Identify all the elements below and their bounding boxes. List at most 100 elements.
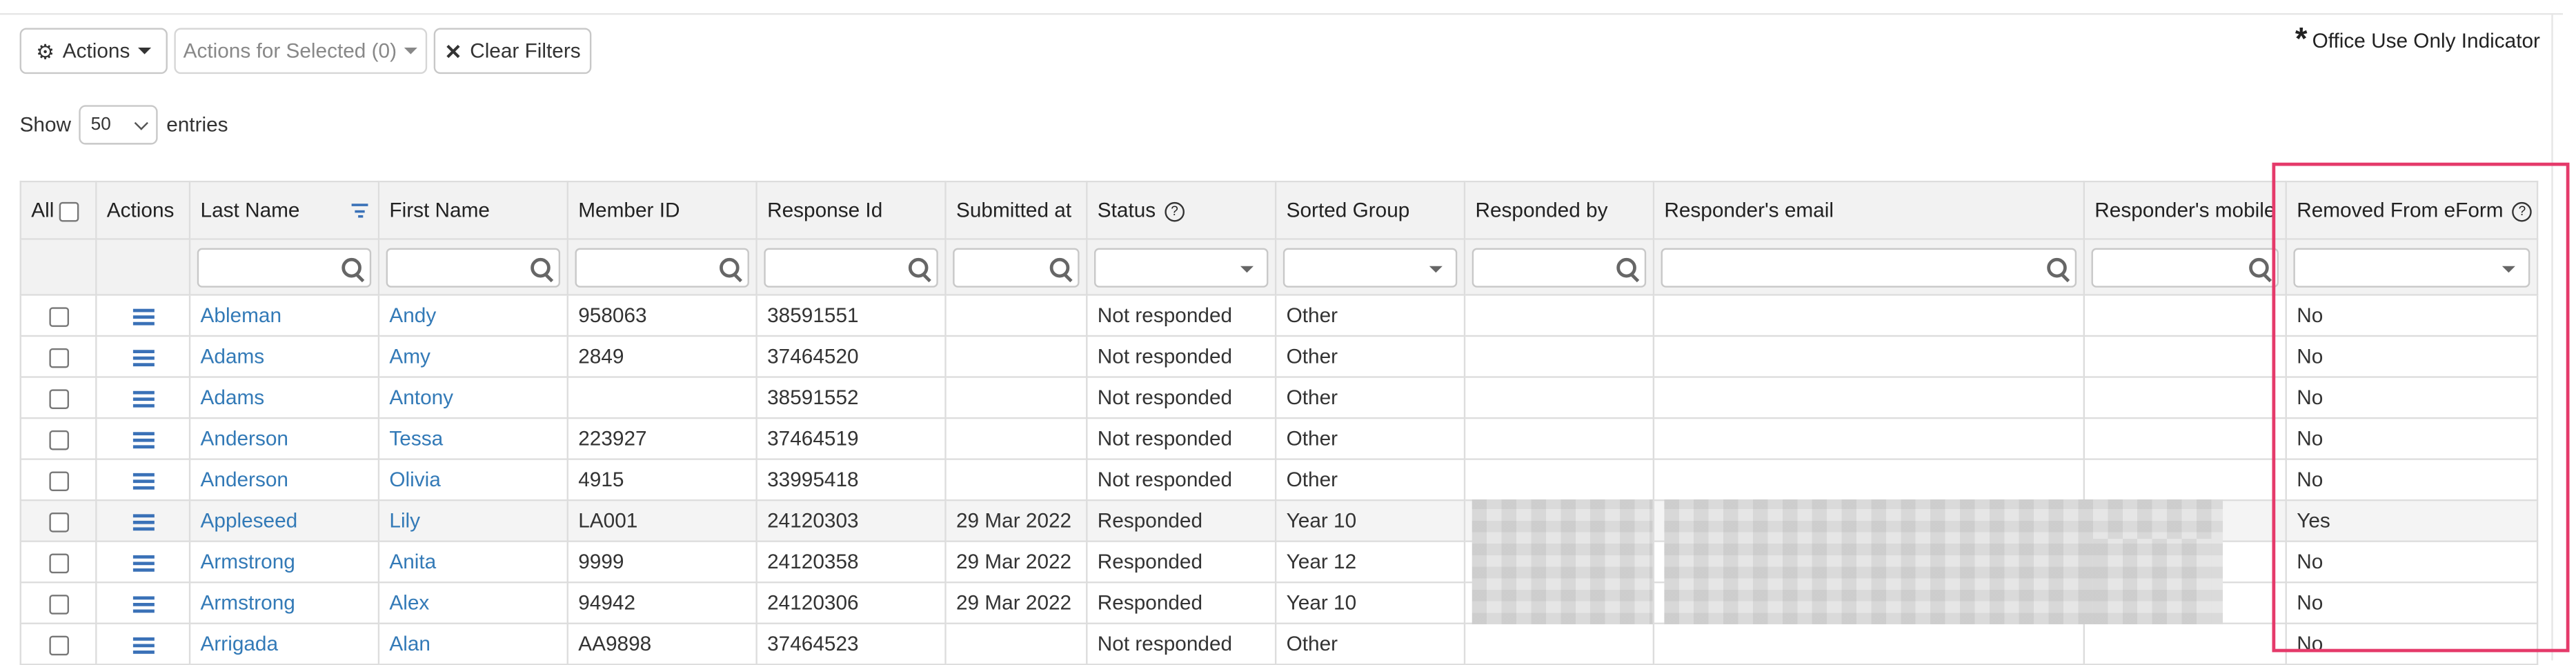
- close-icon: ✕: [444, 40, 462, 63]
- menu-icon[interactable]: [132, 349, 154, 366]
- header-first-name[interactable]: First Name: [377, 180, 568, 240]
- submitted-at-cell: [944, 376, 1088, 419]
- menu-icon[interactable]: [132, 637, 154, 654]
- filter-response-id-input[interactable]: [764, 247, 938, 287]
- member-id-cell: [566, 376, 757, 419]
- row-select-cell: [19, 582, 97, 624]
- clear-filters-button[interactable]: ✕ Clear Filters: [433, 28, 592, 75]
- row-select-cell: [19, 417, 97, 460]
- submitted-at-cell: 29 Mar 2022: [944, 499, 1088, 542]
- row-select-cell: [19, 622, 97, 665]
- table-row: Adams Amy 2849 37464520 Not responded Other No: [19, 335, 2539, 378]
- row-checkbox[interactable]: [48, 306, 68, 327]
- menu-icon[interactable]: [132, 308, 154, 325]
- header-response-id[interactable]: Response Id: [755, 180, 947, 240]
- header-submitted-at[interactable]: Submitted at: [944, 180, 1088, 240]
- last-name-link[interactable]: Appleseed: [201, 509, 298, 532]
- filter-member-id-input[interactable]: [575, 247, 749, 287]
- header-sorted-group[interactable]: Sorted Group: [1274, 180, 1466, 240]
- first-name-link[interactable]: Amy: [389, 345, 430, 368]
- row-checkbox[interactable]: [48, 470, 68, 491]
- actions-for-selected-button[interactable]: Actions for Selected (0): [174, 28, 428, 75]
- row-checkbox[interactable]: [48, 388, 68, 409]
- last-name-link[interactable]: Adams: [201, 345, 265, 368]
- row-checkbox[interactable]: [48, 512, 68, 532]
- actions-button[interactable]: ⚙ Actions: [19, 28, 168, 75]
- status-cell: Not responded: [1086, 417, 1277, 460]
- last-name-link[interactable]: Arrigada: [201, 633, 279, 655]
- member-id-cell: AA9898: [566, 622, 757, 665]
- first-name-link[interactable]: Olivia: [389, 468, 440, 491]
- highlight-removed-column: [2272, 162, 2570, 653]
- filter-responder-mobile-input[interactable]: [2091, 247, 2279, 287]
- last-name-link[interactable]: Anderson: [201, 468, 288, 491]
- filter-responded-by-input[interactable]: [1472, 247, 1647, 287]
- first-name-link[interactable]: Alex: [389, 591, 429, 614]
- sorted-group-cell: Other: [1274, 622, 1466, 665]
- last-name-link[interactable]: Armstrong: [201, 591, 295, 614]
- menu-icon[interactable]: [132, 595, 154, 613]
- status-cell: Not responded: [1086, 458, 1277, 502]
- chevron-down-icon: [135, 115, 149, 130]
- filter-submitted-at-input[interactable]: [953, 247, 1080, 287]
- responder-email-cell: [1652, 622, 2085, 665]
- help-icon[interactable]: ?: [1165, 201, 1185, 221]
- last-name-link[interactable]: Ableman: [201, 304, 282, 327]
- row-checkbox[interactable]: [48, 553, 68, 573]
- header-status[interactable]: Status ?: [1086, 180, 1277, 240]
- member-id-cell: LA001: [566, 499, 757, 542]
- menu-icon[interactable]: [132, 555, 154, 572]
- row-actions-cell: [95, 458, 191, 502]
- response-id-cell: 33995418: [755, 458, 947, 502]
- sorted-group-cell: Other: [1274, 458, 1466, 502]
- responded-by-cell: [1463, 376, 1655, 419]
- status-cell: Responded: [1086, 582, 1277, 624]
- response-id-cell: 24120306: [755, 582, 947, 624]
- show-entries: Show 50 entries: [20, 105, 228, 145]
- filter-status-select[interactable]: [1094, 247, 1269, 287]
- header-member-id[interactable]: Member ID: [566, 180, 757, 240]
- header-all: All: [19, 180, 97, 240]
- row-actions-cell: [95, 294, 191, 337]
- header-responder-mobile[interactable]: Responder's mobile: [2083, 180, 2287, 240]
- filter-last-name-input[interactable]: [197, 247, 372, 287]
- sorted-group-cell: Other: [1274, 417, 1466, 460]
- responded-by-cell: [1463, 294, 1655, 337]
- response-id-cell: 24120358: [755, 540, 947, 584]
- select-all-checkbox[interactable]: [59, 201, 80, 221]
- status-cell: Responded: [1086, 499, 1277, 542]
- row-checkbox[interactable]: [48, 430, 68, 450]
- filter-first-name-input[interactable]: [386, 247, 561, 287]
- first-name-link[interactable]: Andy: [389, 304, 436, 327]
- row-checkbox[interactable]: [48, 348, 68, 368]
- header-responded-by[interactable]: Responded by: [1463, 180, 1655, 240]
- table-row: Ableman Andy 958063 38591551 Not responded Ot…: [19, 294, 2539, 337]
- first-name-link[interactable]: Anita: [389, 550, 436, 573]
- responder-email-cell: [1652, 335, 2085, 378]
- first-name-link[interactable]: Tessa: [389, 427, 443, 450]
- row-checkbox[interactable]: [48, 594, 68, 614]
- row-select-cell: [19, 458, 97, 502]
- last-name-link[interactable]: Adams: [201, 386, 265, 409]
- last-name-link[interactable]: Armstrong: [201, 550, 295, 573]
- table-row: Anderson Tessa 223927 37464519 Not responded…: [19, 417, 2539, 460]
- last-name-link[interactable]: Anderson: [201, 427, 288, 450]
- sort-icon[interactable]: [351, 204, 368, 219]
- filter-sorted-group-select[interactable]: [1282, 247, 1458, 287]
- header-responder-email[interactable]: Responder's email: [1652, 180, 2085, 240]
- filter-responder-email-input[interactable]: [1661, 247, 2077, 287]
- responded-by-cell: [1463, 622, 1655, 665]
- first-name-link[interactable]: Lily: [389, 509, 420, 532]
- menu-icon[interactable]: [132, 513, 154, 530]
- first-name-link[interactable]: Alan: [389, 633, 430, 655]
- row-select-cell: [19, 294, 97, 337]
- row-checkbox[interactable]: [48, 635, 68, 655]
- first-name-link[interactable]: Antony: [389, 386, 453, 409]
- menu-icon[interactable]: [132, 431, 154, 448]
- search-icon: [2249, 257, 2269, 277]
- search-icon: [341, 257, 361, 277]
- menu-icon[interactable]: [132, 390, 154, 407]
- entries-select[interactable]: 50: [79, 105, 159, 145]
- menu-icon[interactable]: [132, 473, 154, 489]
- header-last-name[interactable]: Last Name: [188, 180, 380, 240]
